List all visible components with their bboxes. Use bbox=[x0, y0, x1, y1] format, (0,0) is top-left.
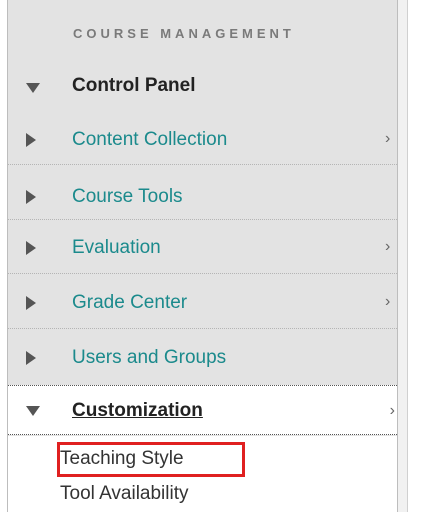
control-panel-label: Control Panel bbox=[72, 75, 196, 96]
control-panel-header[interactable]: Control Panel bbox=[8, 67, 397, 107]
panel-scrollbar[interactable] bbox=[398, 0, 408, 512]
chevron-right-icon[interactable]: › bbox=[385, 294, 397, 310]
menu-item-label[interactable]: Content Collection bbox=[72, 129, 227, 151]
triangle-right-icon[interactable] bbox=[26, 133, 36, 147]
highlight-box bbox=[57, 442, 245, 477]
triangle-down-icon[interactable] bbox=[26, 83, 40, 93]
menu-item-label[interactable]: Evaluation bbox=[72, 237, 161, 259]
chevron-right-icon[interactable]: › bbox=[390, 402, 395, 420]
customization-label[interactable]: Customization bbox=[72, 400, 203, 422]
divider bbox=[8, 273, 397, 274]
triangle-right-icon[interactable] bbox=[26, 351, 36, 365]
menu-item-content-collection[interactable]: Content Collection › bbox=[8, 120, 397, 160]
divider bbox=[8, 328, 397, 329]
section-title: COURSE MANAGEMENT bbox=[73, 26, 295, 41]
menu-item-label[interactable]: Users and Groups bbox=[72, 347, 226, 369]
divider bbox=[8, 164, 397, 165]
menu-item-grade-center[interactable]: Grade Center › bbox=[8, 283, 397, 323]
triangle-right-icon[interactable] bbox=[26, 296, 36, 310]
triangle-down-icon[interactable] bbox=[26, 406, 40, 416]
divider bbox=[8, 219, 397, 220]
menu-item-label[interactable]: Course Tools bbox=[72, 186, 183, 208]
triangle-right-icon[interactable] bbox=[26, 241, 36, 255]
menu-item-evaluation[interactable]: Evaluation › bbox=[8, 228, 397, 268]
menu-item-label[interactable]: Grade Center bbox=[72, 292, 187, 314]
submenu-item-tool-availability[interactable]: Tool Availability bbox=[60, 483, 189, 505]
menu-item-customization[interactable]: Customization › bbox=[8, 385, 397, 435]
menu-item-course-tools[interactable]: Course Tools bbox=[8, 177, 397, 217]
triangle-right-icon[interactable] bbox=[26, 190, 36, 204]
menu-item-users-and-groups[interactable]: Users and Groups bbox=[8, 338, 397, 378]
chevron-right-icon[interactable]: › bbox=[385, 131, 397, 147]
chevron-right-icon[interactable]: › bbox=[385, 239, 397, 255]
